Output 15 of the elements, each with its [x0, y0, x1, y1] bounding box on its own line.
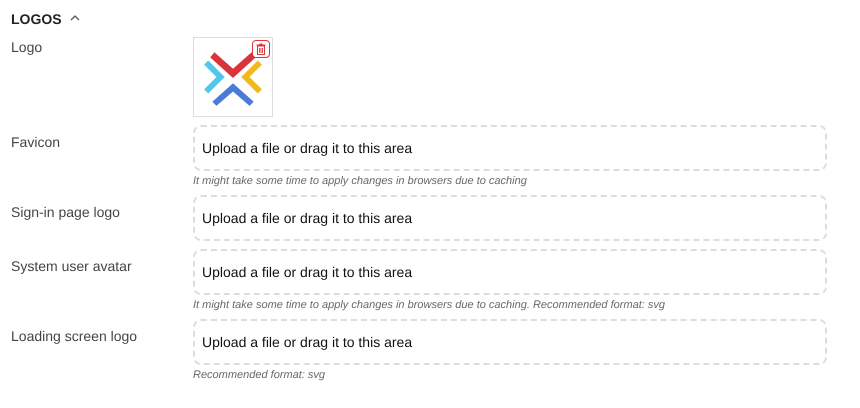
chevron-icon[interactable]	[70, 15, 80, 21]
hint-text: Recommended format: svg	[193, 369, 326, 381]
upload-area[interactable]: Upload a file or drag it to this area	[193, 249, 827, 295]
upload-area[interactable]: Upload a file or drag it to this area	[193, 195, 827, 241]
upload-area[interactable]: Upload a file or drag it to this area	[193, 319, 827, 365]
field-label: Sign-in page logo	[11, 203, 121, 222]
section-title: LOGOS	[11, 11, 62, 27]
field-label: Loading screen logo	[11, 327, 138, 346]
hint-text: It might take some time to apply changes in browsers due to caching	[193, 175, 528, 187]
hint-text: It might take some time to apply changes in browsers due to caching. Recommended format: svg	[193, 299, 666, 311]
field-label: Favicon	[11, 133, 62, 152]
trash-icon[interactable]	[252, 40, 270, 58]
field-label: System user avatar	[11, 257, 133, 276]
field-label: Logo	[11, 38, 44, 57]
upload-area[interactable]: Upload a file or drag it to this area	[193, 125, 827, 171]
